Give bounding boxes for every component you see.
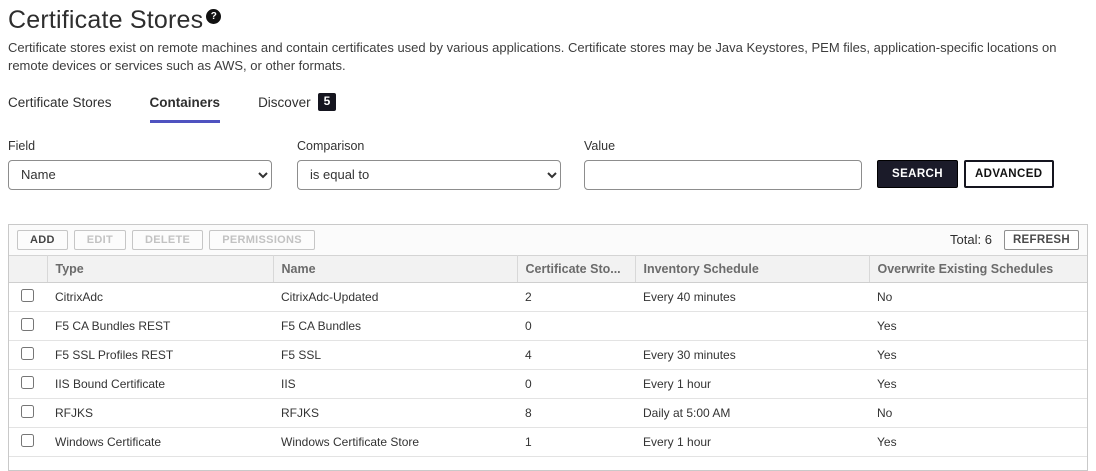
cell-type: F5 CA Bundles REST xyxy=(47,311,273,340)
page-title: Certificate Stores? xyxy=(8,6,1088,35)
cell-type: F5 SSL Profiles REST xyxy=(47,340,273,369)
column-header-type[interactable]: Type xyxy=(47,255,273,282)
certificate-stores-grid: ADD EDIT DELETE PERMISSIONS Total: 6 REF… xyxy=(8,224,1088,471)
field-select[interactable]: Name xyxy=(8,160,272,190)
table-row[interactable]: CitrixAdc CitrixAdc-Updated 2 Every 40 m… xyxy=(9,282,1087,311)
cell-cert-count: 0 xyxy=(517,369,635,398)
column-header-cert-count[interactable]: Certificate Sto... xyxy=(517,255,635,282)
cell-overwrite: Yes xyxy=(869,369,1087,398)
cell-overwrite: No xyxy=(869,398,1087,427)
cell-cert-count: 8 xyxy=(517,398,635,427)
cell-schedule: Every 1 hour xyxy=(635,427,869,456)
comparison-label: Comparison xyxy=(297,139,561,153)
row-checkbox[interactable] xyxy=(21,318,34,331)
select-all-header xyxy=(9,255,47,282)
column-header-overwrite[interactable]: Overwrite Existing Schedules xyxy=(869,255,1087,282)
stores-table: Type Name Certificate Sto... Inventory S… xyxy=(9,255,1087,457)
cell-type: CitrixAdc xyxy=(47,282,273,311)
table-row[interactable]: F5 SSL Profiles REST F5 SSL 4 Every 30 m… xyxy=(9,340,1087,369)
table-row[interactable]: IIS Bound Certificate IIS 0 Every 1 hour… xyxy=(9,369,1087,398)
tab-discover[interactable]: Discover 5 xyxy=(258,89,336,123)
help-icon[interactable]: ? xyxy=(206,9,221,24)
table-row[interactable]: RFJKS RFJKS 8 Daily at 5:00 AM No xyxy=(9,398,1087,427)
cell-type: RFJKS xyxy=(47,398,273,427)
column-header-name[interactable]: Name xyxy=(273,255,517,282)
table-row[interactable]: F5 CA Bundles REST F5 CA Bundles 0 Yes xyxy=(9,311,1087,340)
refresh-button[interactable]: REFRESH xyxy=(1004,230,1079,250)
cell-name: IIS xyxy=(273,369,517,398)
cell-overwrite: Yes xyxy=(869,340,1087,369)
edit-button[interactable]: EDIT xyxy=(74,230,126,250)
comparison-select[interactable]: is equal to xyxy=(297,160,561,190)
cell-name: RFJKS xyxy=(273,398,517,427)
cell-name: Windows Certificate Store xyxy=(273,427,517,456)
tab-discover-label: Discover xyxy=(258,95,311,110)
grid-toolbar: ADD EDIT DELETE PERMISSIONS Total: 6 REF… xyxy=(9,225,1087,255)
cell-cert-count: 0 xyxy=(517,311,635,340)
tab-certificate-stores[interactable]: Certificate Stores xyxy=(8,89,112,123)
cell-schedule xyxy=(635,311,869,340)
table-row[interactable]: Windows Certificate Windows Certificate … xyxy=(9,427,1087,456)
value-label: Value xyxy=(584,139,862,153)
value-input[interactable] xyxy=(584,160,862,190)
row-checkbox[interactable] xyxy=(21,434,34,447)
cell-schedule: Daily at 5:00 AM xyxy=(635,398,869,427)
total-count: Total: 6 xyxy=(950,232,992,247)
cell-overwrite: Yes xyxy=(869,311,1087,340)
row-checkbox[interactable] xyxy=(21,405,34,418)
page-description: Certificate stores exist on remote machi… xyxy=(8,39,1064,75)
cell-name: F5 CA Bundles xyxy=(273,311,517,340)
cell-name: F5 SSL xyxy=(273,340,517,369)
add-button[interactable]: ADD xyxy=(17,230,68,250)
filter-bar: Field Name Comparison is equal to Value … xyxy=(8,139,1088,190)
certificate-stores-page: Certificate Stores? Certificate stores e… xyxy=(0,0,1096,471)
cell-schedule: Every 30 minutes xyxy=(635,340,869,369)
row-checkbox[interactable] xyxy=(21,347,34,360)
page-title-text: Certificate Stores xyxy=(8,6,203,34)
cell-type: Windows Certificate xyxy=(47,427,273,456)
tab-containers[interactable]: Containers xyxy=(150,89,221,123)
search-button[interactable]: SEARCH xyxy=(877,160,958,188)
row-checkbox[interactable] xyxy=(21,376,34,389)
cell-schedule: Every 1 hour xyxy=(635,369,869,398)
cell-type: IIS Bound Certificate xyxy=(47,369,273,398)
cell-name: CitrixAdc-Updated xyxy=(273,282,517,311)
column-header-inventory-schedule[interactable]: Inventory Schedule xyxy=(635,255,869,282)
table-header-row: Type Name Certificate Sto... Inventory S… xyxy=(9,255,1087,282)
tab-bar: Certificate Stores Containers Discover 5 xyxy=(8,89,1088,123)
permissions-button[interactable]: PERMISSIONS xyxy=(209,230,315,250)
delete-button[interactable]: DELETE xyxy=(132,230,203,250)
discover-count-badge: 5 xyxy=(318,93,337,111)
cell-cert-count: 1 xyxy=(517,427,635,456)
row-checkbox[interactable] xyxy=(21,289,34,302)
grid-footer-space xyxy=(9,457,1087,470)
cell-cert-count: 2 xyxy=(517,282,635,311)
cell-overwrite: No xyxy=(869,282,1087,311)
cell-cert-count: 4 xyxy=(517,340,635,369)
cell-overwrite: Yes xyxy=(869,427,1087,456)
field-label: Field xyxy=(8,139,272,153)
advanced-button[interactable]: ADVANCED xyxy=(964,160,1054,188)
cell-schedule: Every 40 minutes xyxy=(635,282,869,311)
